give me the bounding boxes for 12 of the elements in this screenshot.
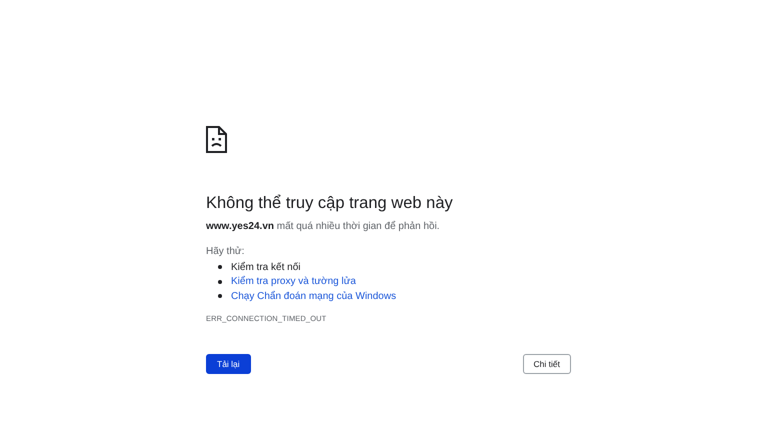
bullet-icon — [218, 294, 222, 298]
bullet-icon — [218, 265, 222, 270]
details-button[interactable]: Chi tiết — [522, 354, 571, 374]
error-title: Không thể truy cập trang web này — [206, 193, 454, 213]
suggestions-label: Hãy thử: — [206, 245, 246, 259]
suggestion-link[interactable]: Chạy Chẩn đoán mạng của Windows — [231, 290, 396, 302]
suggestion-link[interactable]: Kiểm tra proxy và tường lửa — [231, 276, 356, 288]
reload-button[interactable]: Tải lại — [206, 354, 251, 374]
suggestion-text: Kiểm tra kết nối — [231, 262, 300, 273]
error-message: www.yes24.vn mất quá nhiều thời gian để phản hồi. — [206, 220, 441, 234]
bullet-icon — [218, 280, 222, 284]
sad-page-icon — [206, 126, 227, 153]
